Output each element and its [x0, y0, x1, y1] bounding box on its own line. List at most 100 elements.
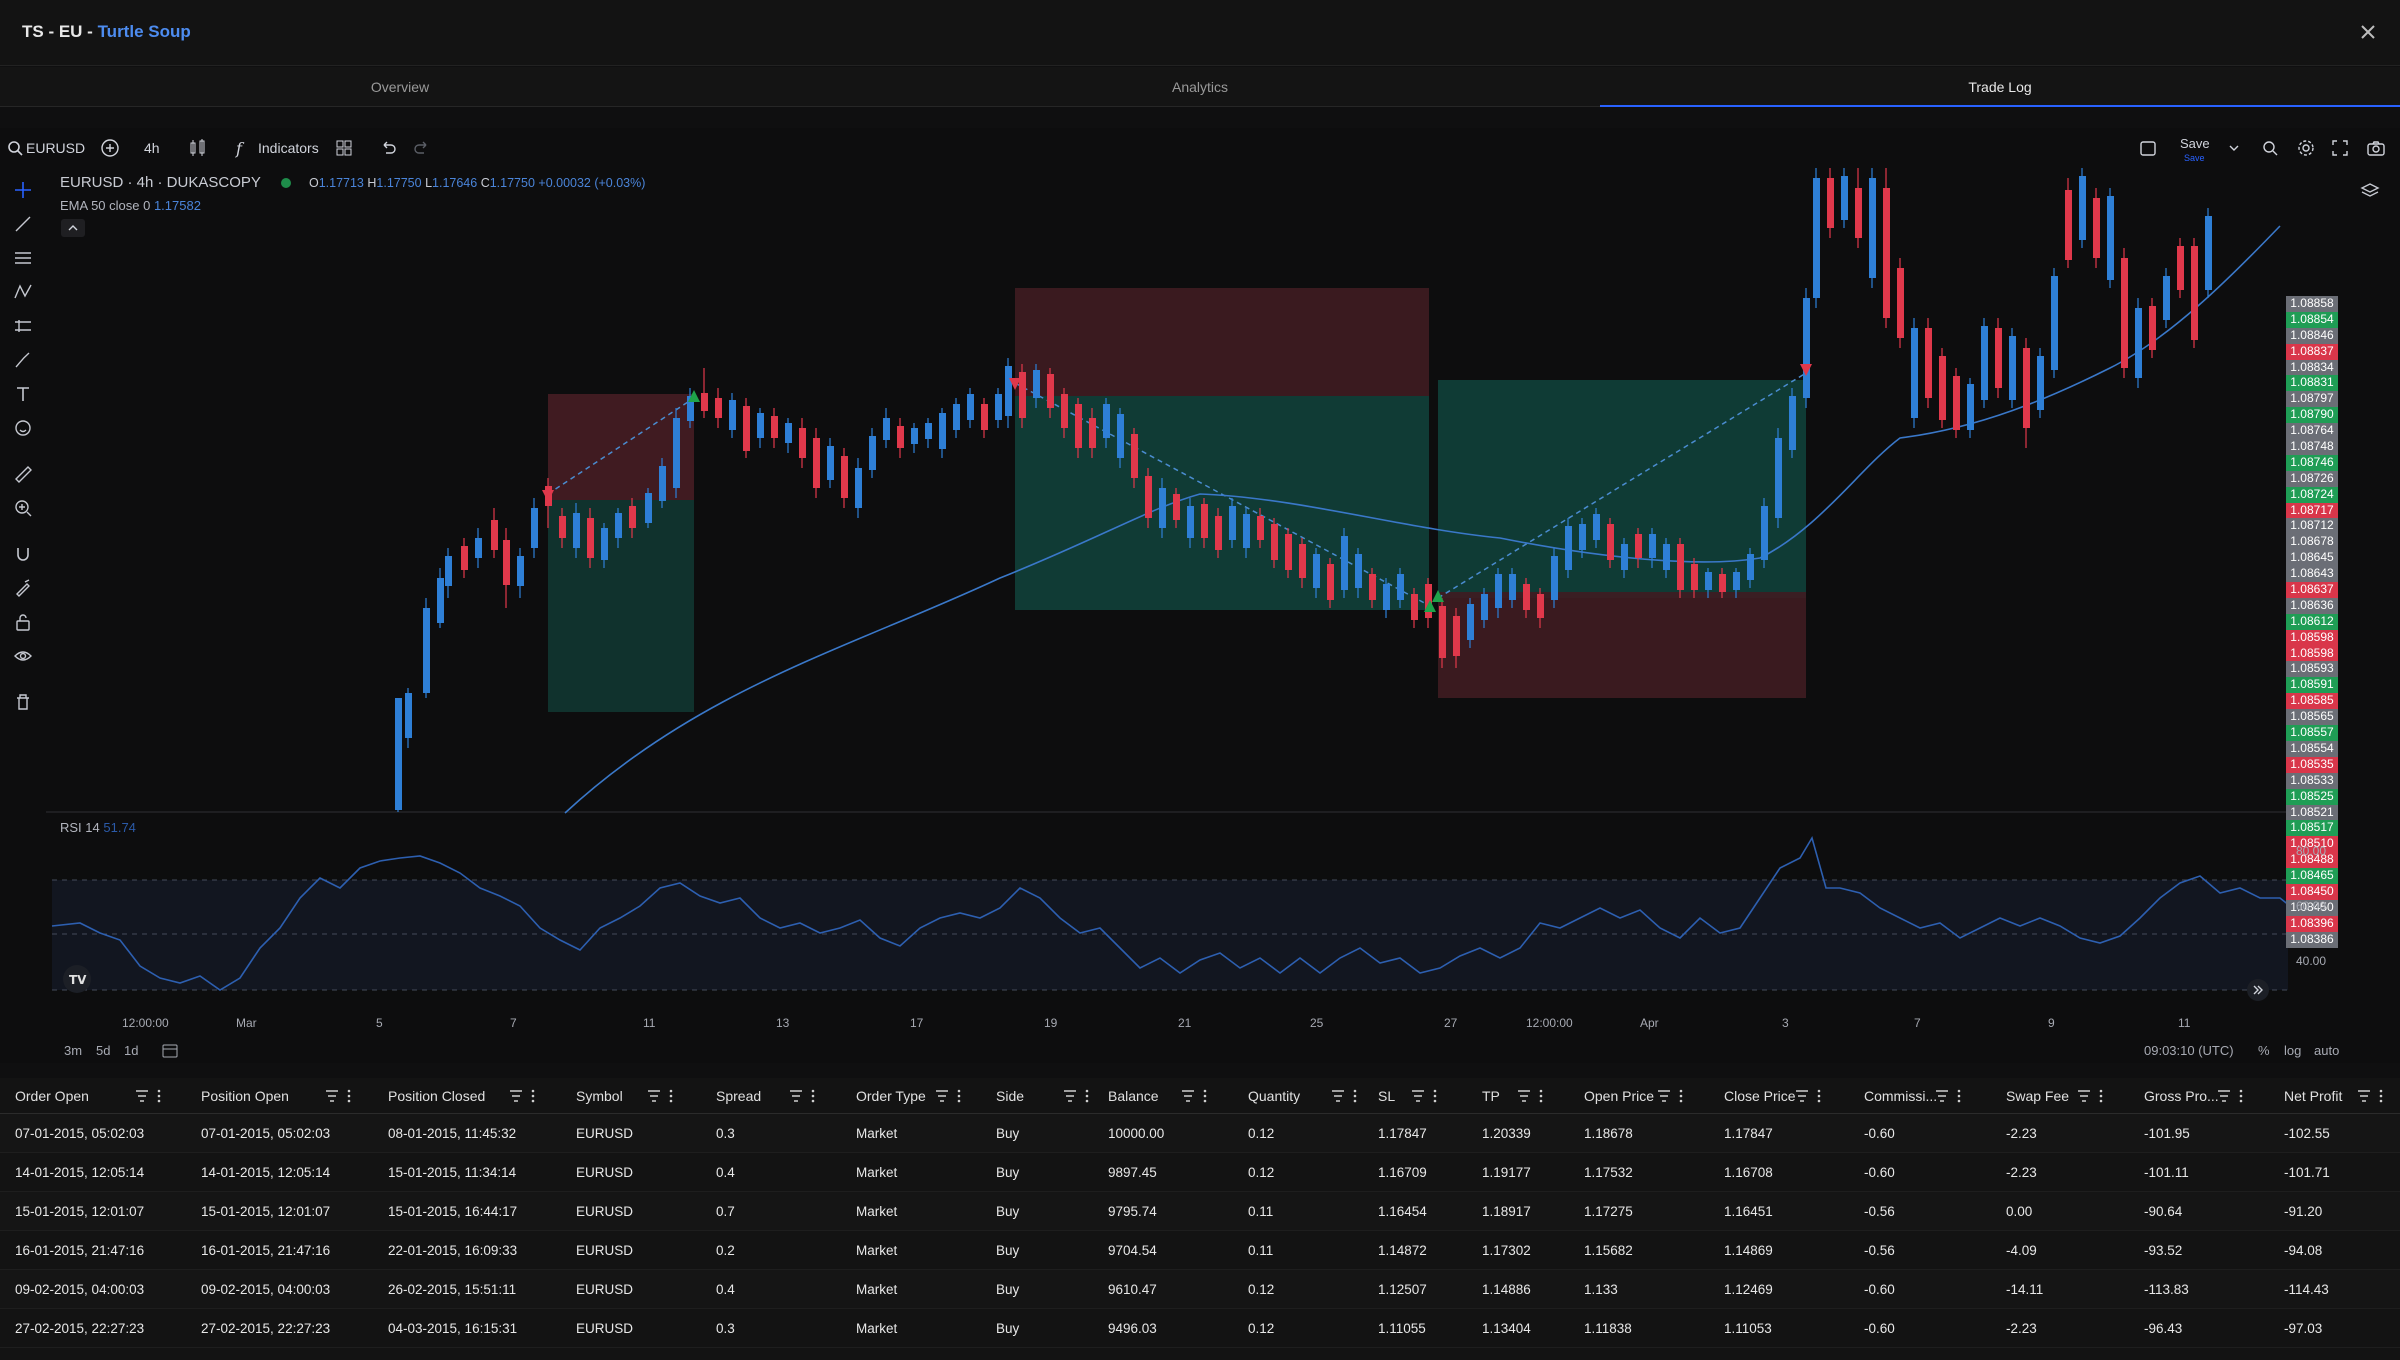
filter-menu-icon[interactable] — [1410, 1088, 1440, 1104]
scroll-to-latest-icon[interactable] — [2246, 978, 2270, 1002]
filter-menu-icon[interactable] — [1330, 1088, 1360, 1104]
filter-menu-icon[interactable] — [788, 1088, 818, 1104]
column-header[interactable]: Order Type — [856, 1088, 926, 1104]
filter-menu-icon[interactable] — [1656, 1088, 1686, 1104]
tab-overview[interactable]: Overview — [0, 67, 800, 107]
time-label: 7 — [510, 1016, 517, 1030]
time-label: 11 — [643, 1016, 656, 1030]
price-label: 1.08764 — [2286, 423, 2338, 440]
table-cell: 1.15682 — [1584, 1243, 1633, 1258]
table-cell: 0.4 — [716, 1282, 735, 1297]
price-label: 1.08517 — [2286, 820, 2338, 837]
column-header[interactable]: Position Closed — [388, 1088, 485, 1104]
column-header[interactable]: Close Price — [1724, 1088, 1796, 1104]
tab-trade-log[interactable]: Trade Log — [1600, 67, 2400, 107]
filter-menu-icon[interactable] — [1062, 1088, 1092, 1104]
table-row[interactable]: 27-02-2015, 22:27:23 27-02-2015, 22:27:23… — [0, 1309, 2400, 1348]
range-5d-button[interactable]: 5d — [96, 1043, 110, 1058]
time-axis[interactable]: 12:00:00 Mar 5 7 11 13 17 19 21 25 27 12… — [0, 1011, 2290, 1035]
calendar-icon[interactable] — [160, 1041, 180, 1061]
column-header[interactable]: Position Open — [201, 1088, 289, 1104]
table-cell: 09-02-2015, 04:00:03 — [15, 1282, 145, 1297]
table-cell: 26-02-2015, 15:51:11 — [388, 1282, 517, 1297]
column-header[interactable]: Swap Fee — [2006, 1088, 2069, 1104]
column-header[interactable]: TP — [1482, 1088, 1500, 1104]
table-cell: 09-02-2015, 04:00:03 — [201, 1282, 331, 1297]
table-cell: 1.11055 — [1378, 1321, 1426, 1336]
table-cell: -14.11 — [2006, 1282, 2044, 1297]
trade-log-table: Order Open Position Open Position Closed Sy… — [0, 1078, 2400, 1360]
object-tree-icon[interactable] — [2358, 178, 2382, 202]
table-row[interactable]: 15-01-2015, 12:01:07 15-01-2015, 12:01:07… — [0, 1192, 2400, 1231]
table-cell: EURUSD — [576, 1321, 634, 1336]
filter-menu-icon[interactable] — [934, 1088, 964, 1104]
table-cell: -91.20 — [2284, 1204, 2323, 1219]
column-header[interactable]: Order Open — [15, 1088, 89, 1104]
filter-menu-icon[interactable] — [1180, 1088, 1210, 1104]
auto-scale-toggle[interactable]: auto — [2314, 1043, 2339, 1058]
table-row[interactable]: 14-01-2015, 12:05:14 14-01-2015, 12:05:14… — [0, 1153, 2400, 1192]
tradingview-logo-icon[interactable]: TV — [62, 964, 92, 994]
table-cell: 07-01-2015, 05:02:03 — [15, 1126, 145, 1141]
table-row[interactable]: 16-01-2015, 21:47:16 16-01-2015, 21:47:16… — [0, 1231, 2400, 1270]
column-header[interactable]: Symbol — [576, 1088, 623, 1104]
rsi-scale-80: 80.00 — [2296, 844, 2327, 858]
column-header[interactable]: Balance — [1108, 1088, 1159, 1104]
table-cell: 08-01-2015, 11:45:32 — [388, 1126, 517, 1141]
table-cell: 15-01-2015, 12:01:07 — [15, 1204, 145, 1219]
table-cell: 1.17302 — [1482, 1243, 1531, 1258]
time-label: 3 — [1782, 1016, 1789, 1030]
column-header[interactable]: Spread — [716, 1088, 761, 1104]
filter-menu-icon[interactable] — [324, 1088, 354, 1104]
column-header[interactable]: Gross Pro... — [2144, 1088, 2219, 1104]
tab-analytics[interactable]: Analytics — [800, 67, 1600, 107]
close-icon[interactable] — [2354, 18, 2382, 46]
filter-menu-icon[interactable] — [1934, 1088, 1964, 1104]
table-cell: 1.14886 — [1482, 1282, 1531, 1297]
filter-menu-icon[interactable] — [2356, 1088, 2386, 1104]
percent-scale-toggle[interactable]: % — [2258, 1043, 2270, 1058]
table-cell: -0.60 — [1864, 1282, 1895, 1297]
filter-menu-icon[interactable] — [1794, 1088, 1824, 1104]
filter-menu-icon[interactable] — [2076, 1088, 2106, 1104]
time-label: Apr — [1640, 1016, 1659, 1030]
table-cell: 0.12 — [1248, 1282, 1275, 1297]
time-label: 11 — [2178, 1016, 2191, 1030]
table-cell: 1.11838 — [1584, 1321, 1632, 1336]
table-cell: EURUSD — [576, 1126, 634, 1141]
price-label: 1.08535 — [2286, 756, 2338, 773]
filter-menu-icon[interactable] — [134, 1088, 164, 1104]
utc-clock[interactable]: 09:03:10 (UTC) — [2144, 1043, 2234, 1058]
column-header[interactable]: Commissi... — [1864, 1088, 1937, 1104]
filter-menu-icon[interactable] — [646, 1088, 676, 1104]
table-cell: 1.18678 — [1584, 1126, 1633, 1141]
table-row[interactable]: 07-01-2015, 05:02:03 07-01-2015, 05:02:03… — [0, 1114, 2400, 1153]
column-header[interactable]: Open Price — [1584, 1088, 1654, 1104]
table-cell: 0.11 — [1248, 1204, 1274, 1219]
candlestick-chart[interactable] — [0, 128, 2400, 1063]
table-cell: -101.11 — [2144, 1165, 2189, 1180]
price-label: 1.08533 — [2286, 772, 2338, 789]
price-label: 1.08854 — [2286, 311, 2338, 328]
price-label: 1.08712 — [2286, 518, 2338, 535]
table-cell: Buy — [996, 1282, 1020, 1297]
table-cell: 1.16451 — [1724, 1204, 1773, 1219]
column-header[interactable]: SL — [1378, 1088, 1395, 1104]
table-row[interactable]: 09-02-2015, 04:00:03 09-02-2015, 04:00:03… — [0, 1270, 2400, 1309]
filter-menu-icon[interactable] — [508, 1088, 538, 1104]
range-1d-button[interactable]: 1d — [124, 1043, 138, 1058]
filter-menu-icon[interactable] — [1516, 1088, 1546, 1104]
price-label: 1.08831 — [2286, 375, 2338, 392]
column-header[interactable]: Quantity — [1248, 1088, 1300, 1104]
column-header[interactable]: Net Profit — [2284, 1088, 2342, 1104]
price-label: 1.08797 — [2286, 391, 2338, 408]
price-label: 1.08521 — [2286, 804, 2338, 821]
table-cell: 16-01-2015, 21:47:16 — [201, 1243, 331, 1258]
filter-menu-icon[interactable] — [2216, 1088, 2246, 1104]
range-3m-button[interactable]: 3m — [64, 1043, 82, 1058]
table-cell: 1.14872 — [1378, 1243, 1427, 1258]
price-label: 1.08837 — [2286, 343, 2338, 360]
log-scale-toggle[interactable]: log — [2284, 1043, 2301, 1058]
column-header[interactable]: Side — [996, 1088, 1024, 1104]
price-label: 1.08591 — [2286, 677, 2338, 694]
